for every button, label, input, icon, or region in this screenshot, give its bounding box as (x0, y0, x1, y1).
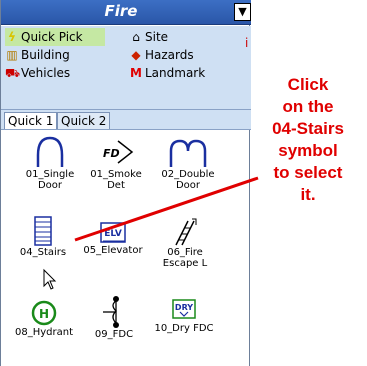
instruction-callout: Click on the 04-Stairs symbol to select … (272, 75, 344, 204)
single-door-icon (36, 136, 64, 167)
symbol-single-door[interactable]: 01_Single Door (15, 135, 85, 191)
dry-fdc-icon: DRY (172, 299, 196, 319)
vehicle-icon: ⛟ (5, 66, 21, 80)
tab-strip: Quick 1 Quick 2 (1, 110, 251, 130)
symbol-dry-fdc[interactable]: DRY 10_Dry FDC (149, 297, 219, 334)
category-site[interactable]: ⌂ Site (129, 28, 168, 46)
tab-quick-2[interactable]: Quick 2 (57, 112, 111, 129)
symbol-elevator[interactable]: ELV 05_Elevator (78, 221, 148, 256)
symbol-fdc[interactable]: 09_FDC (79, 295, 149, 340)
double-door-icon (169, 139, 207, 167)
lightning-icon: ϟ (8, 30, 16, 44)
building-icon: ▥ (6, 48, 18, 62)
category-building[interactable]: ▥ Building (5, 46, 69, 64)
symbol-double-door[interactable]: 02_Double Door (153, 135, 223, 191)
fire-escape-ladder-icon (175, 218, 197, 246)
svg-text:ELV: ELV (104, 229, 122, 239)
palette-title-bar: Fire ▼ (1, 0, 251, 25)
category-hazards[interactable]: ◆ Hazards (129, 46, 193, 64)
landmark-icon: M (130, 66, 142, 80)
clipped-category-edge: ⅰ (245, 36, 249, 50)
symbol-fire-escape[interactable]: 06_Fire Escape L (150, 217, 220, 269)
site-icon: ⌂ (132, 30, 140, 44)
stairs-icon (34, 216, 52, 246)
smoke-detector-icon: FD (103, 140, 134, 164)
symbol-smoke-det[interactable]: FD 01_Smoke Det (81, 135, 151, 191)
symbol-hydrant[interactable]: H 08_Hydrant (9, 299, 79, 338)
category-quick-pick[interactable]: ϟ Quick Pick (5, 28, 105, 46)
category-list: ϟ Quick Pick ⌂ Site ▥ Building ◆ Hazards ⛟Ve… (1, 26, 251, 110)
tab-quick-1[interactable]: Quick 1 (4, 112, 58, 129)
category-landmark[interactable]: M Landmark (129, 64, 205, 82)
elevator-icon: ELV (100, 222, 126, 243)
svg-text:DRY: DRY (175, 303, 193, 312)
hazards-icon: ◆ (131, 48, 141, 62)
palette-title: Fire (104, 2, 138, 20)
chevron-down-icon[interactable]: ▼ (234, 3, 251, 21)
svg-text:H: H (39, 307, 49, 321)
symbol-stairs[interactable]: 04_Stairs (8, 215, 78, 258)
category-vehicles[interactable]: ⛟Vehicles (5, 64, 70, 82)
symbol-palette-panel: Fire ▼ ϟ Quick Pick ⌂ Site ▥ Building ◆ Haza… (0, 0, 251, 366)
fdc-icon (103, 296, 119, 328)
svg-text:FD: FD (103, 147, 120, 160)
hydrant-icon: H (31, 300, 57, 326)
symbol-grid: 01_Single Door FD 01_Smoke Det 02_Double… (1, 131, 251, 366)
